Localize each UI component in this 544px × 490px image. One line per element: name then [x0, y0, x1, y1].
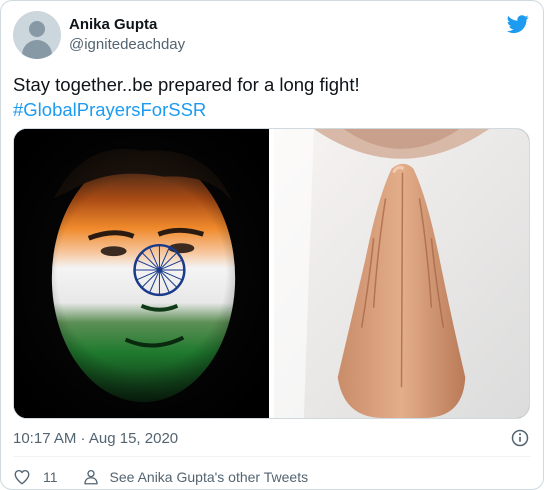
tweet-media — [13, 128, 530, 419]
hashtag-link[interactable]: #GlobalPrayersForSSR — [13, 97, 533, 122]
face-flag-image — [14, 129, 270, 418]
author-handle[interactable]: @ignitedeachday — [69, 35, 185, 55]
tweet-text: Stay together..be prepared for a long fi… — [13, 72, 533, 122]
avatar-shoulders-shape — [22, 40, 52, 59]
like-button[interactable]: 11 — [13, 468, 58, 486]
tweet-actions: 11 See Anika Gupta's other Tweets — [13, 468, 308, 486]
photo-praying-hands[interactable] — [274, 129, 529, 418]
tweet-text-line: Stay together..be prepared for a long fi… — [13, 74, 360, 95]
author-display-name[interactable]: Anika Gupta — [69, 15, 185, 35]
tweet-timestamp[interactable]: 10:17 AM · Aug 15, 2020 — [13, 429, 178, 449]
heart-icon — [14, 469, 30, 485]
like-count: 11 — [43, 469, 58, 485]
other-tweets-label: See Anika Gupta's other Tweets — [109, 469, 309, 485]
praying-hands-image — [274, 129, 529, 418]
tweet-card: Anika Gupta @ignitedeachday Stay togethe… — [0, 0, 544, 490]
person-icon — [83, 469, 98, 485]
avatar-head-shape — [29, 21, 45, 37]
avatar[interactable] — [13, 11, 61, 59]
twitter-bird-icon[interactable] — [505, 13, 531, 35]
other-tweets-link[interactable]: See Anika Gupta's other Tweets — [82, 468, 309, 486]
tweet-header: Anika Gupta @ignitedeachday — [13, 11, 185, 59]
info-icon[interactable] — [511, 429, 529, 447]
divider — [13, 456, 531, 457]
photo-face-with-flag[interactable] — [14, 129, 270, 418]
author-names: Anika Gupta @ignitedeachday — [69, 15, 185, 55]
